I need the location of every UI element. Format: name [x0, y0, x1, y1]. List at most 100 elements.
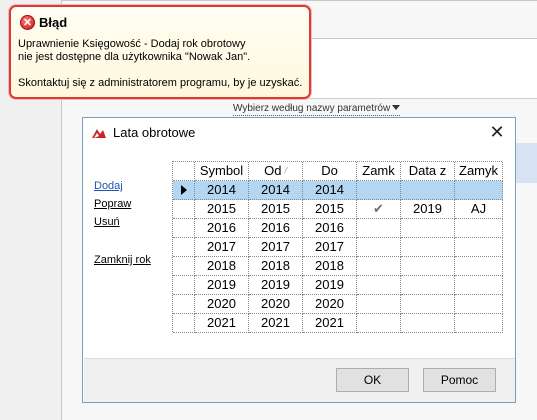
- cell-data-z[interactable]: [401, 238, 455, 257]
- error-message: Uprawnienie Księgowość - Dodaj rok obrot…: [18, 38, 302, 90]
- cell-zamyk[interactable]: [455, 295, 503, 314]
- grid-corner: [173, 162, 195, 181]
- dialog-title: Lata obrotowe: [113, 125, 196, 140]
- cell-zamyk[interactable]: [455, 314, 503, 333]
- checkmark-icon[interactable]: ✔: [357, 200, 401, 219]
- table-row[interactable]: 2015 2015 2015 ✔ 2019 AJ: [173, 200, 503, 219]
- close-icon[interactable]: ✕: [487, 123, 507, 143]
- cell-od[interactable]: 2014: [249, 181, 303, 200]
- cell-symbol[interactable]: 2014: [195, 181, 249, 200]
- cell-zamyk[interactable]: [455, 257, 503, 276]
- cell-od[interactable]: 2015: [249, 200, 303, 219]
- column-header-zamyk[interactable]: Zamyk: [455, 162, 503, 181]
- cell-od[interactable]: 2016: [249, 219, 303, 238]
- error-header: ✕ Błąd: [20, 14, 67, 30]
- cell-zamyk[interactable]: [455, 276, 503, 295]
- parameter-filter-link[interactable]: Wybierz według nazwy parametrów: [233, 103, 401, 116]
- cell-symbol[interactable]: 2021: [195, 314, 249, 333]
- cell-do[interactable]: 2019: [303, 276, 357, 295]
- table-row[interactable]: 2017 2017 2017: [173, 238, 503, 257]
- column-header-data-z[interactable]: Data z: [401, 162, 455, 181]
- sort-indicator-icon: ⁄: [285, 166, 287, 175]
- row-indicator: [173, 219, 195, 238]
- cell-zamk[interactable]: [357, 181, 401, 200]
- cell-zamyk[interactable]: [455, 238, 503, 257]
- column-header-label: Od: [264, 163, 282, 178]
- cell-od[interactable]: 2021: [249, 314, 303, 333]
- error-icon: ✕: [20, 14, 35, 30]
- close-year-link[interactable]: Zamknij rok: [94, 254, 151, 266]
- column-header-od[interactable]: Od ⁄: [249, 162, 303, 181]
- cell-do[interactable]: 2017: [303, 238, 357, 257]
- cell-symbol[interactable]: 2016: [195, 219, 249, 238]
- table-row[interactable]: 2016 2016 2016: [173, 219, 503, 238]
- table-row[interactable]: 2020 2020 2020: [173, 295, 503, 314]
- cell-zamk[interactable]: [357, 314, 401, 333]
- cell-od[interactable]: 2018: [249, 257, 303, 276]
- app-logo-icon: [92, 129, 106, 138]
- cell-symbol[interactable]: 2020: [195, 295, 249, 314]
- help-button[interactable]: Pomoc: [423, 368, 496, 392]
- fiscal-years-grid[interactable]: Symbol Od ⁄ Do Zamk Data z Zamyk 2014 201…: [172, 161, 503, 333]
- edit-year-link[interactable]: Popraw: [94, 198, 131, 210]
- cell-data-z[interactable]: 2019: [401, 200, 455, 219]
- dialog-body: Dodaj Popraw Usuń Zamknij rok Symbol Od ⁄…: [84, 146, 515, 358]
- cell-do[interactable]: 2020: [303, 295, 357, 314]
- error-title: Błąd: [39, 14, 68, 30]
- row-indicator: [173, 200, 195, 219]
- cell-data-z[interactable]: [401, 295, 455, 314]
- cell-data-z[interactable]: [401, 219, 455, 238]
- cell-zamk[interactable]: [357, 219, 401, 238]
- cell-data-z[interactable]: [401, 257, 455, 276]
- current-row-arrow-icon: [180, 185, 187, 195]
- cell-do[interactable]: 2018: [303, 257, 357, 276]
- table-row[interactable]: 2014 2014 2014: [173, 181, 503, 200]
- table-row[interactable]: 2019 2019 2019: [173, 276, 503, 295]
- cell-data-z[interactable]: [401, 314, 455, 333]
- add-year-link[interactable]: Dodaj: [94, 180, 123, 192]
- row-indicator: [173, 314, 195, 333]
- cell-do[interactable]: 2014: [303, 181, 357, 200]
- error-message-line: Uprawnienie Księgowość - Dodaj rok obrot…: [18, 38, 246, 50]
- parameter-filter-label: Wybierz według nazwy parametrów: [233, 103, 391, 114]
- cell-symbol[interactable]: 2018: [195, 257, 249, 276]
- row-indicator: [173, 295, 195, 314]
- background-selected-strip: [516, 143, 537, 183]
- ok-button[interactable]: OK: [336, 368, 409, 392]
- cell-zamk[interactable]: [357, 276, 401, 295]
- cell-symbol[interactable]: 2019: [195, 276, 249, 295]
- cell-zamyk[interactable]: [455, 219, 503, 238]
- cell-zamyk[interactable]: [455, 181, 503, 200]
- cell-symbol[interactable]: 2015: [195, 200, 249, 219]
- cell-zamk[interactable]: [357, 295, 401, 314]
- error-message-line: Skontaktuj się z administratorem program…: [18, 77, 303, 89]
- column-header-zamk[interactable]: Zamk: [357, 162, 401, 181]
- dialog-footer: OK Pomoc: [84, 358, 515, 402]
- cell-symbol[interactable]: 2017: [195, 238, 249, 257]
- row-indicator: [173, 181, 195, 200]
- cell-do[interactable]: 2016: [303, 219, 357, 238]
- cell-do[interactable]: 2015: [303, 200, 357, 219]
- dialog-titlebar[interactable]: Lata obrotowe ✕: [83, 118, 515, 146]
- cell-data-z[interactable]: [401, 276, 455, 295]
- background-divider: [62, 0, 537, 1]
- cell-zamk[interactable]: [357, 257, 401, 276]
- fiscal-years-dialog: Lata obrotowe ✕ Dodaj Popraw Usuń Zamkni…: [82, 117, 516, 403]
- delete-year-link[interactable]: Usuń: [94, 216, 120, 228]
- table-row[interactable]: 2021 2021 2021: [173, 314, 503, 333]
- grid-header-row: Symbol Od ⁄ Do Zamk Data z Zamyk: [173, 162, 503, 181]
- cell-do[interactable]: 2021: [303, 314, 357, 333]
- column-header-symbol[interactable]: Symbol: [195, 162, 249, 181]
- cell-data-z[interactable]: [401, 181, 455, 200]
- column-header-do[interactable]: Do: [303, 162, 357, 181]
- cell-zamk[interactable]: [357, 238, 401, 257]
- background-field: [300, 38, 537, 98]
- row-indicator: [173, 257, 195, 276]
- cell-zamyk[interactable]: AJ: [455, 200, 503, 219]
- chevron-down-icon: [392, 105, 401, 110]
- cell-od[interactable]: 2020: [249, 295, 303, 314]
- cell-od[interactable]: 2019: [249, 276, 303, 295]
- table-row[interactable]: 2018 2018 2018: [173, 257, 503, 276]
- cell-od[interactable]: 2017: [249, 238, 303, 257]
- error-message-line: nie jest dostępne dla użytkownika "Nowak…: [18, 51, 251, 63]
